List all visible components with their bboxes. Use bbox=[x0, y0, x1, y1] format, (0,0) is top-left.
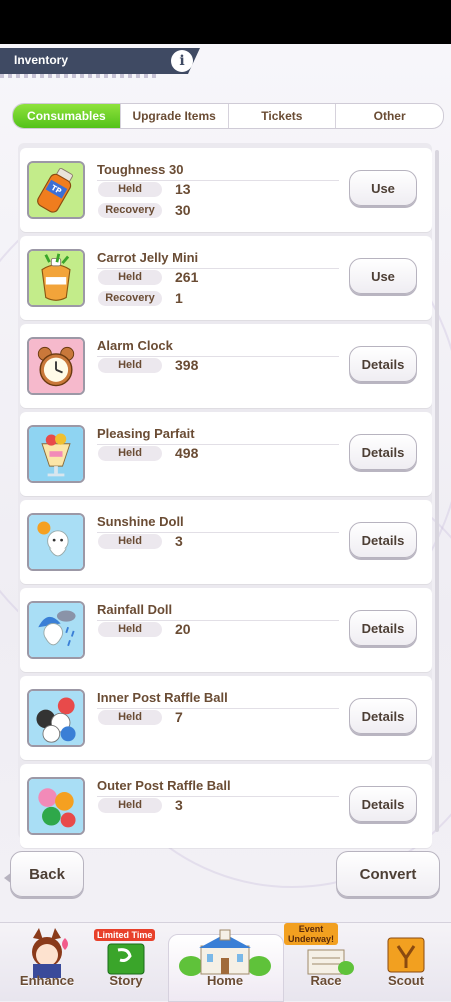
use-button[interactable]: Use bbox=[349, 258, 417, 294]
nav-race-label: Race bbox=[310, 973, 342, 988]
page-title: Inventory bbox=[14, 53, 69, 67]
details-button[interactable]: Details bbox=[349, 522, 417, 558]
details-button[interactable]: Details bbox=[349, 434, 417, 470]
nav-enhance[interactable]: Enhance bbox=[6, 922, 88, 1000]
recovery-label: Recovery bbox=[98, 291, 162, 306]
rainfall-doll-icon bbox=[27, 601, 85, 659]
held-label: Held bbox=[98, 182, 162, 197]
details-button[interactable]: Details bbox=[349, 346, 417, 382]
parfait-icon bbox=[27, 425, 85, 483]
held-value: 498 bbox=[175, 445, 199, 461]
race-badge: Event Underway! bbox=[284, 923, 338, 945]
nav-scout-label: Scout bbox=[387, 973, 425, 988]
details-button[interactable]: Details bbox=[349, 698, 417, 734]
header-stripe bbox=[0, 74, 160, 78]
outer-raffle-balls-icon bbox=[27, 777, 85, 835]
back-button[interactable]: Back bbox=[10, 851, 84, 897]
recovery-value: 30 bbox=[175, 202, 191, 218]
item-name: Toughness 30 bbox=[97, 162, 184, 177]
held-label: Held bbox=[98, 534, 162, 549]
list-item: Carrot Jelly Mini Held 261 Recovery 1 Us… bbox=[20, 236, 432, 320]
held-label: Held bbox=[98, 446, 162, 461]
held-label: Held bbox=[98, 622, 162, 637]
held-value: 261 bbox=[175, 269, 199, 285]
nav-home[interactable]: Home bbox=[168, 922, 282, 1000]
held-label: Held bbox=[98, 798, 162, 813]
tab-upgrade-items[interactable]: Upgrade Items bbox=[119, 104, 228, 128]
recovery-label: Recovery bbox=[98, 203, 162, 218]
alarm-clock-icon bbox=[27, 337, 85, 395]
page-header: Inventory bbox=[0, 48, 200, 74]
nav-race[interactable]: Event Underway! Race bbox=[284, 922, 366, 1000]
list-item: Outer Post Raffle Ball Held 3 Details bbox=[20, 764, 432, 848]
tab-other[interactable]: Other bbox=[335, 104, 443, 128]
scout-gate-icon bbox=[387, 937, 425, 973]
drink-bottle-icon: TP bbox=[27, 161, 85, 219]
info-button[interactable]: i bbox=[171, 50, 193, 72]
story-badge: Limited Time bbox=[94, 929, 156, 941]
horse-girl-icon bbox=[32, 928, 68, 978]
tab-tickets[interactable]: Tickets bbox=[227, 104, 336, 128]
item-name: Inner Post Raffle Ball bbox=[97, 690, 228, 705]
list-item: TP Toughness 30 Held 13 Recovery 30 Use bbox=[20, 148, 432, 232]
held-value: 3 bbox=[175, 797, 183, 813]
nav-scout[interactable]: Scout bbox=[366, 922, 446, 1000]
list-scrollbar[interactable] bbox=[435, 150, 439, 832]
item-name: Rainfall Doll bbox=[97, 602, 173, 617]
list-item: Pleasing Parfait Held 498 Details bbox=[20, 412, 432, 496]
nav-enhance-label: Enhance bbox=[19, 973, 75, 988]
nav-story-label: Story bbox=[109, 973, 143, 988]
item-name: Pleasing Parfait bbox=[97, 426, 195, 441]
convert-button[interactable]: Convert bbox=[336, 851, 440, 897]
nav-home-label: Home bbox=[206, 973, 244, 988]
details-button[interactable]: Details bbox=[349, 786, 417, 822]
item-name: Sunshine Doll bbox=[97, 514, 184, 529]
tab-consumables[interactable]: Consumables bbox=[13, 104, 120, 128]
held-value: 398 bbox=[175, 357, 199, 373]
use-button[interactable]: Use bbox=[349, 170, 417, 206]
list-item: Rainfall Doll Held 20 Details bbox=[20, 588, 432, 672]
held-value: 3 bbox=[175, 533, 183, 549]
jelly-pouch-icon bbox=[27, 249, 85, 307]
sunshine-doll-icon bbox=[27, 513, 85, 571]
held-label: Held bbox=[98, 270, 162, 285]
inner-raffle-balls-icon bbox=[27, 689, 85, 747]
details-button[interactable]: Details bbox=[349, 610, 417, 646]
held-label: Held bbox=[98, 358, 162, 373]
item-name: Outer Post Raffle Ball bbox=[97, 778, 231, 793]
status-bar bbox=[0, 0, 451, 44]
recovery-value: 1 bbox=[175, 290, 183, 306]
held-value: 20 bbox=[175, 621, 191, 637]
list-item: Sunshine Doll Held 3 Details bbox=[20, 500, 432, 584]
nav-story[interactable]: Limited Time Story bbox=[88, 922, 164, 1000]
list-item: Alarm Clock Held 398 Details bbox=[20, 324, 432, 408]
held-value: 13 bbox=[175, 181, 191, 197]
item-name: Carrot Jelly Mini bbox=[97, 250, 199, 265]
item-name: Alarm Clock bbox=[97, 338, 173, 353]
category-tabs: Consumables Upgrade Items Tickets Other bbox=[12, 103, 444, 129]
list-item: Inner Post Raffle Ball Held 7 Details bbox=[20, 676, 432, 760]
held-label: Held bbox=[98, 710, 162, 725]
held-value: 7 bbox=[175, 709, 183, 725]
